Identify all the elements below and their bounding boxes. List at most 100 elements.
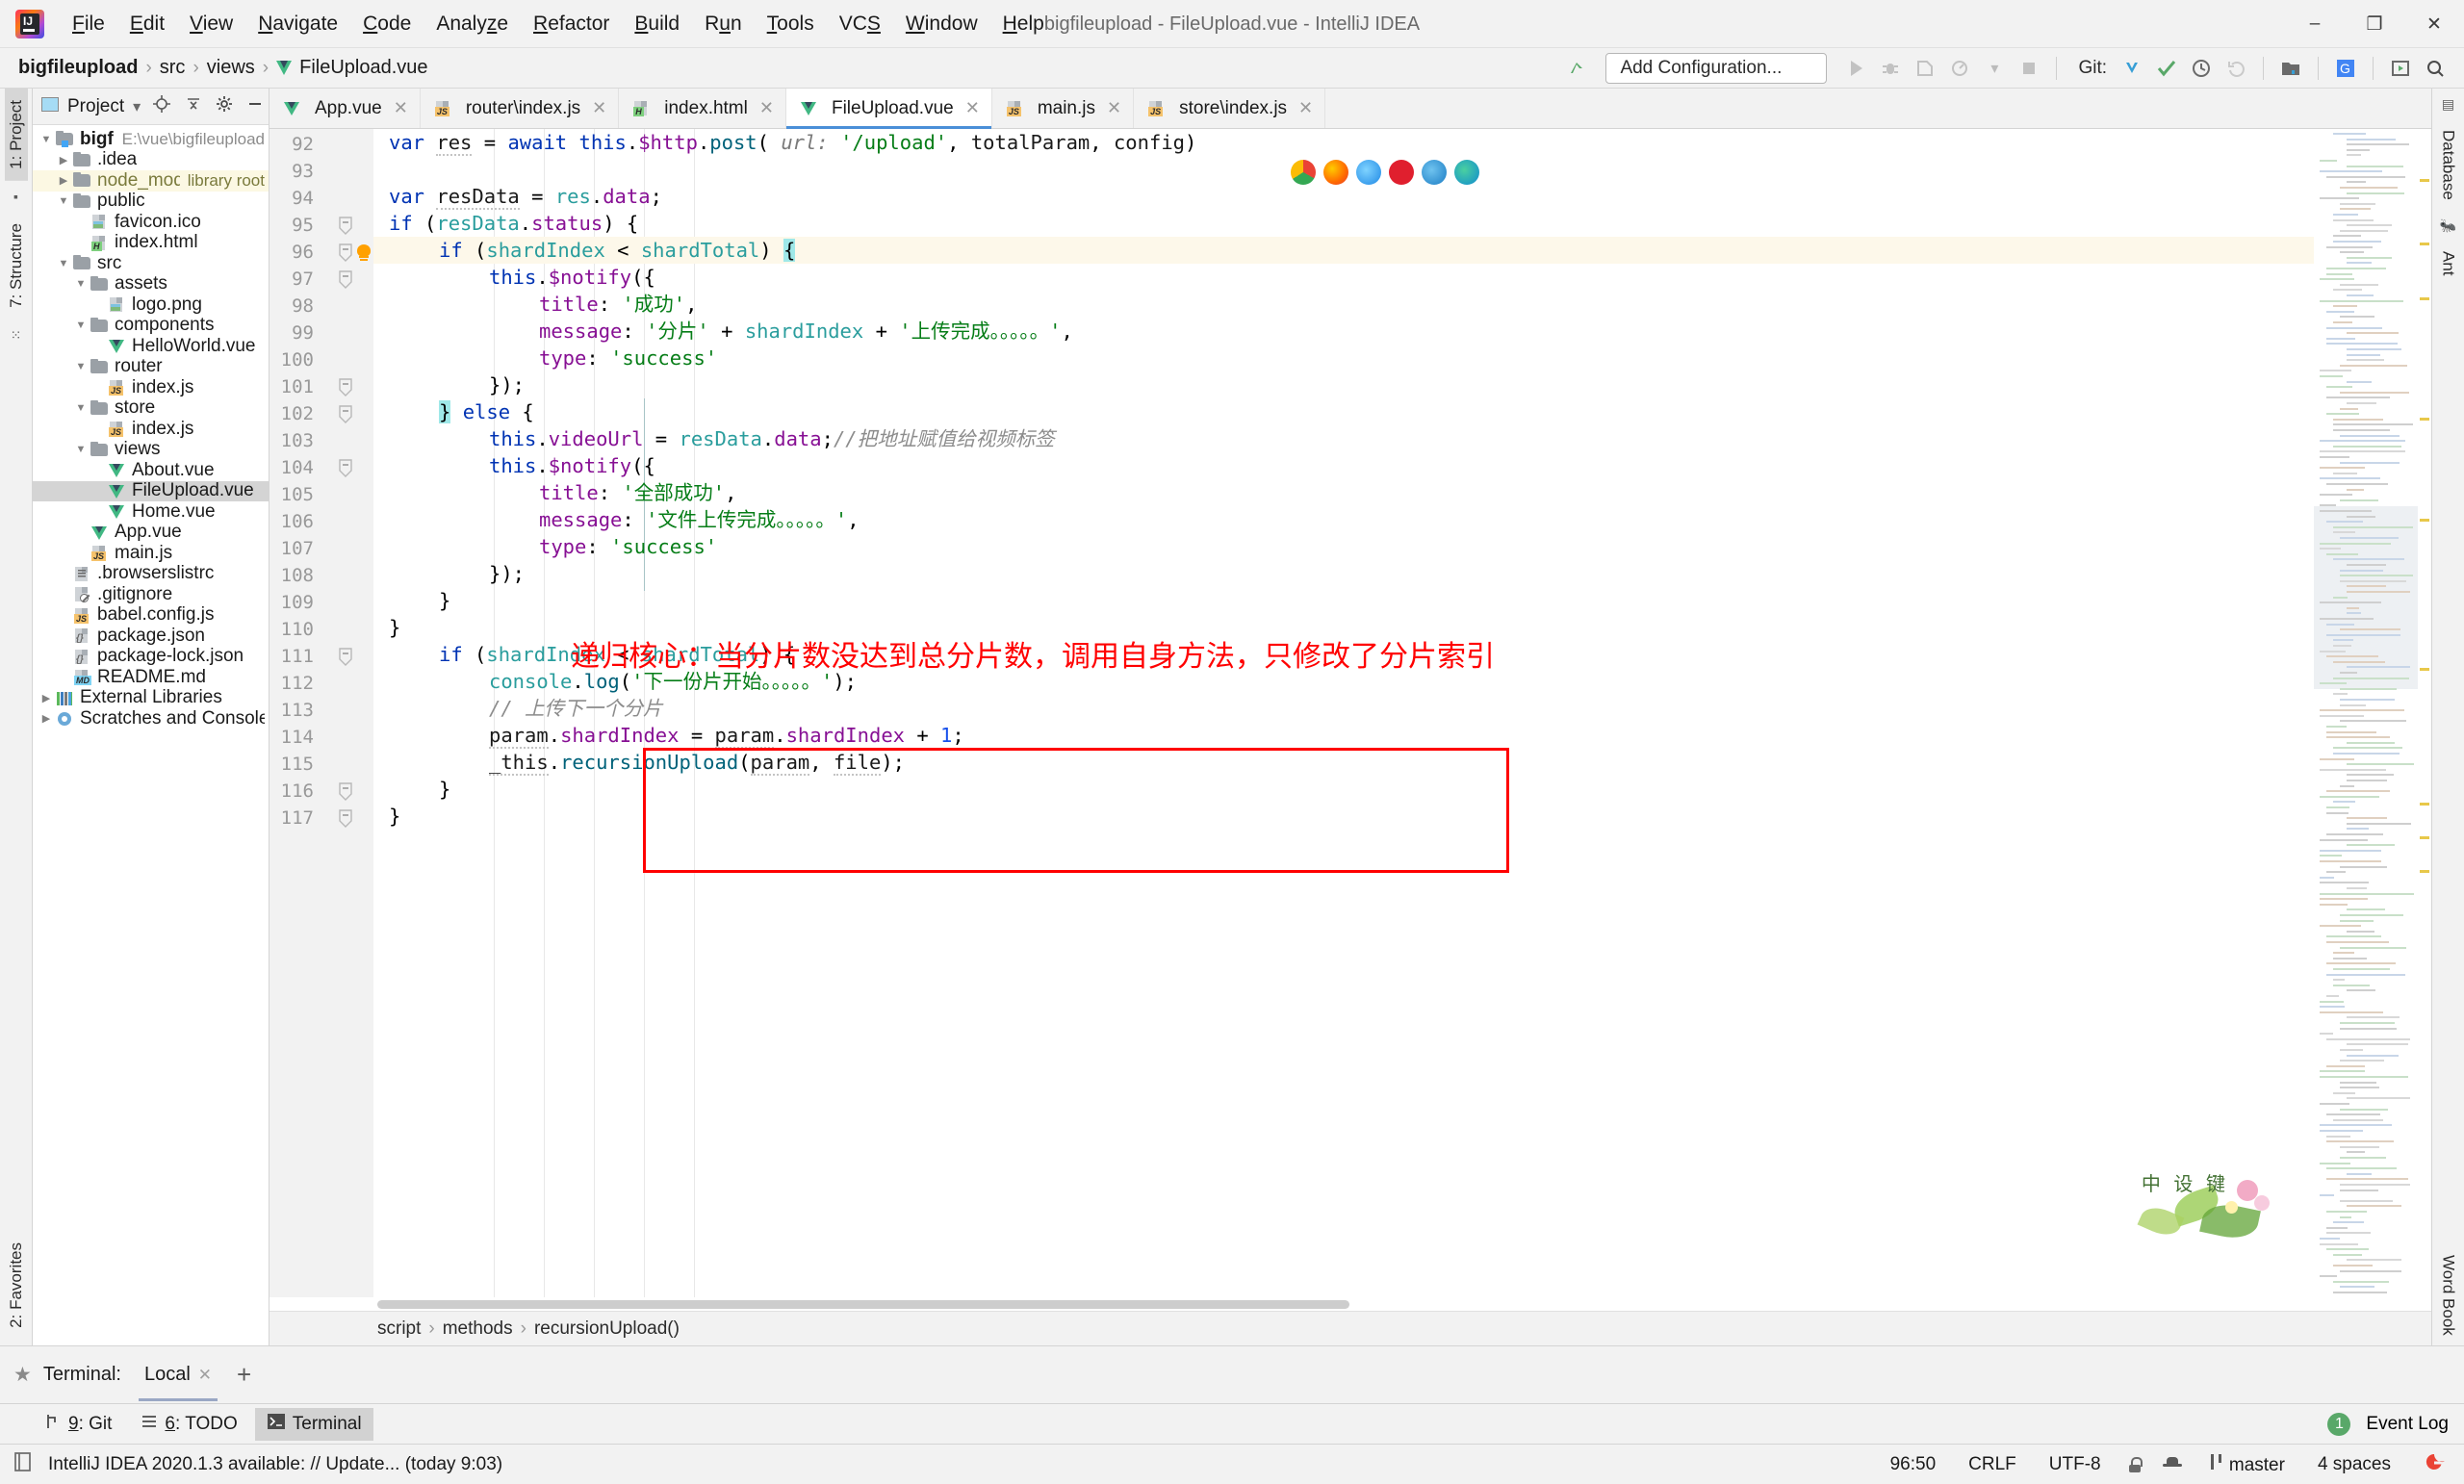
- lock-icon[interactable]: [2128, 1457, 2142, 1472]
- google-translate-icon[interactable]: [2418, 1449, 2451, 1480]
- event-log-button[interactable]: Event Log: [2366, 1414, 2449, 1435]
- code-fold-marker[interactable]: [339, 378, 352, 400]
- menu-item-file[interactable]: File: [60, 8, 117, 40]
- rail-tab-structure[interactable]: 7: Structure: [5, 212, 28, 320]
- close-icon[interactable]: ✕: [198, 1366, 212, 1385]
- hide-panel-icon[interactable]: [244, 95, 267, 117]
- file-encoding[interactable]: UTF-8: [2043, 1452, 2107, 1477]
- chevron-down-icon[interactable]: ▾: [130, 97, 143, 116]
- tree-item-store[interactable]: ▼store: [33, 398, 269, 420]
- code-fold-marker[interactable]: [339, 782, 352, 805]
- intention-bulb-icon[interactable]: [354, 243, 375, 265]
- caret-position[interactable]: 96:50: [1885, 1452, 1942, 1477]
- code-text-area[interactable]: var res = await this.$http.post( url: '/…: [373, 129, 2314, 1297]
- code-fold-marker[interactable]: [339, 217, 352, 239]
- tree-item-src[interactable]: ▼src: [33, 253, 269, 274]
- editor-minimap[interactable]: [2314, 129, 2418, 1297]
- rail-tab-word-book[interactable]: Word Book: [2437, 1245, 2460, 1345]
- menu-item-refactor[interactable]: Refactor: [521, 8, 622, 40]
- menu-item-run[interactable]: Run: [692, 8, 755, 40]
- tree-item-favicon-ico[interactable]: favicon.ico: [33, 212, 269, 233]
- collapse-arrow-icon[interactable]: ▶: [37, 692, 56, 704]
- menu-item-edit[interactable]: Edit: [117, 8, 177, 40]
- code-fold-marker[interactable]: [339, 270, 352, 293]
- opera-icon[interactable]: [1389, 160, 1414, 185]
- hector-icon[interactable]: [2163, 1457, 2182, 1472]
- close-button[interactable]: ✕: [2404, 0, 2464, 48]
- run-button[interactable]: [1840, 53, 1871, 84]
- menu-item-code[interactable]: Code: [350, 8, 424, 40]
- gear-icon[interactable]: [213, 95, 236, 117]
- status-message[interactable]: IntelliJ IDEA 2020.1.3 available: // Upd…: [42, 1452, 508, 1477]
- marker-stripe[interactable]: [2420, 519, 2429, 522]
- collapse-all-icon[interactable]: [182, 95, 205, 117]
- code-editor[interactable]: 9293949596979899100101102103104105106107…: [270, 129, 2431, 1297]
- ie-icon[interactable]: [1422, 160, 1447, 185]
- tree-item-node-modules[interactable]: ▶node_moduleslibrary root: [33, 170, 269, 192]
- tree-item-views[interactable]: ▼views: [33, 440, 269, 461]
- close-icon[interactable]: ✕: [1107, 98, 1121, 118]
- indent-setting[interactable]: 4 spaces: [2312, 1452, 2397, 1477]
- breadcrumb-item-0[interactable]: bigfileupload: [13, 55, 142, 81]
- collapse-arrow-icon[interactable]: ▶: [54, 154, 73, 166]
- editor-tab-main-js[interactable]: JSmain.js✕: [992, 89, 1134, 128]
- marker-stripe[interactable]: [2420, 803, 2429, 806]
- tree-item-about-vue[interactable]: About.vue: [33, 460, 269, 481]
- expand-arrow-icon[interactable]: ▼: [54, 195, 73, 207]
- rail-tab-ant[interactable]: Ant: [2437, 242, 2460, 286]
- tree-item-assets[interactable]: ▼assets: [33, 274, 269, 295]
- collapse-arrow-icon[interactable]: ▶: [54, 174, 73, 187]
- google-search-icon[interactable]: G: [2330, 53, 2361, 84]
- menu-item-tools[interactable]: Tools: [755, 8, 827, 40]
- marker-stripe[interactable]: [2420, 179, 2429, 182]
- menu-item-analyze[interactable]: Analyze: [424, 8, 521, 40]
- tree-item--idea[interactable]: ▶.idea: [33, 150, 269, 171]
- marker-stripe[interactable]: [2420, 418, 2429, 421]
- menu-item-view[interactable]: View: [177, 8, 245, 40]
- menu-item-window[interactable]: Window: [893, 8, 990, 40]
- horizontal-scrollbar[interactable]: [270, 1297, 2431, 1311]
- run-with-coverage-button[interactable]: [1910, 53, 1940, 84]
- breadcrumb-item-2[interactable]: views: [202, 55, 260, 81]
- tree-item-index-js[interactable]: JSindex.js: [33, 377, 269, 398]
- minimize-button[interactable]: –: [2285, 0, 2345, 48]
- menu-item-build[interactable]: Build: [622, 8, 692, 40]
- tree-item-scratches-and-consoles[interactable]: ▶Scratches and Consoles: [33, 708, 269, 729]
- editor-breadcrumbs[interactable]: script›methods›recursionUpload(): [270, 1311, 2431, 1345]
- close-icon[interactable]: ✕: [592, 98, 606, 118]
- marker-stripe[interactable]: [2420, 243, 2429, 245]
- close-icon[interactable]: ✕: [1298, 98, 1313, 118]
- marker-stripe[interactable]: [2420, 297, 2429, 300]
- collapse-arrow-icon[interactable]: ▶: [37, 712, 56, 725]
- tree-item-logo-png[interactable]: logo.png: [33, 294, 269, 316]
- tree-item-package-json[interactable]: {}package.json: [33, 626, 269, 647]
- tree-item-public[interactable]: ▼public: [33, 192, 269, 213]
- project-file-tree[interactable]: ▼bigfileuploadE:\vue\bigfileupload▶.idea…: [33, 125, 269, 1345]
- tree-item-index-js[interactable]: JSindex.js: [33, 419, 269, 440]
- rollback-icon[interactable]: [2220, 53, 2251, 84]
- breadcrumb-item-1[interactable]: src: [155, 55, 191, 81]
- breadcrumb-item-3[interactable]: FileUpload.vue: [271, 55, 432, 81]
- tool-window-button-todo[interactable]: 6: TODO: [129, 1408, 248, 1441]
- menu-item-vcs[interactable]: VCS: [827, 8, 893, 40]
- tree-item-home-vue[interactable]: Home.vue: [33, 501, 269, 523]
- close-icon[interactable]: ✕: [394, 98, 408, 118]
- code-fold-marker[interactable]: [339, 243, 352, 266]
- scrollbar-thumb[interactable]: [377, 1300, 1349, 1309]
- tree-item-bigfileupload[interactable]: ▼bigfileuploadE:\vue\bigfileupload: [33, 129, 269, 150]
- tree-item-babel-config-js[interactable]: JSbabel.config.js: [33, 605, 269, 627]
- expand-arrow-icon[interactable]: ▼: [71, 361, 90, 372]
- code-fold-marker[interactable]: [339, 405, 352, 427]
- history-icon[interactable]: [2186, 53, 2217, 84]
- tree-item-helloworld-vue[interactable]: HelloWorld.vue: [33, 336, 269, 357]
- expand-arrow-icon[interactable]: ▼: [71, 320, 90, 331]
- preview-icon[interactable]: [2385, 53, 2416, 84]
- marker-stripe[interactable]: [2420, 870, 2429, 873]
- chevron-down-icon[interactable]: ▾: [1979, 53, 2010, 84]
- tree-item-index-html[interactable]: Hindex.html: [33, 233, 269, 254]
- marker-stripe[interactable]: [2420, 668, 2429, 671]
- commit-icon[interactable]: [2151, 53, 2182, 84]
- jump-to-source-icon[interactable]: [1561, 53, 1592, 84]
- tree-item-components[interactable]: ▼components: [33, 316, 269, 337]
- rail-tab-project[interactable]: 1: Project: [5, 89, 28, 181]
